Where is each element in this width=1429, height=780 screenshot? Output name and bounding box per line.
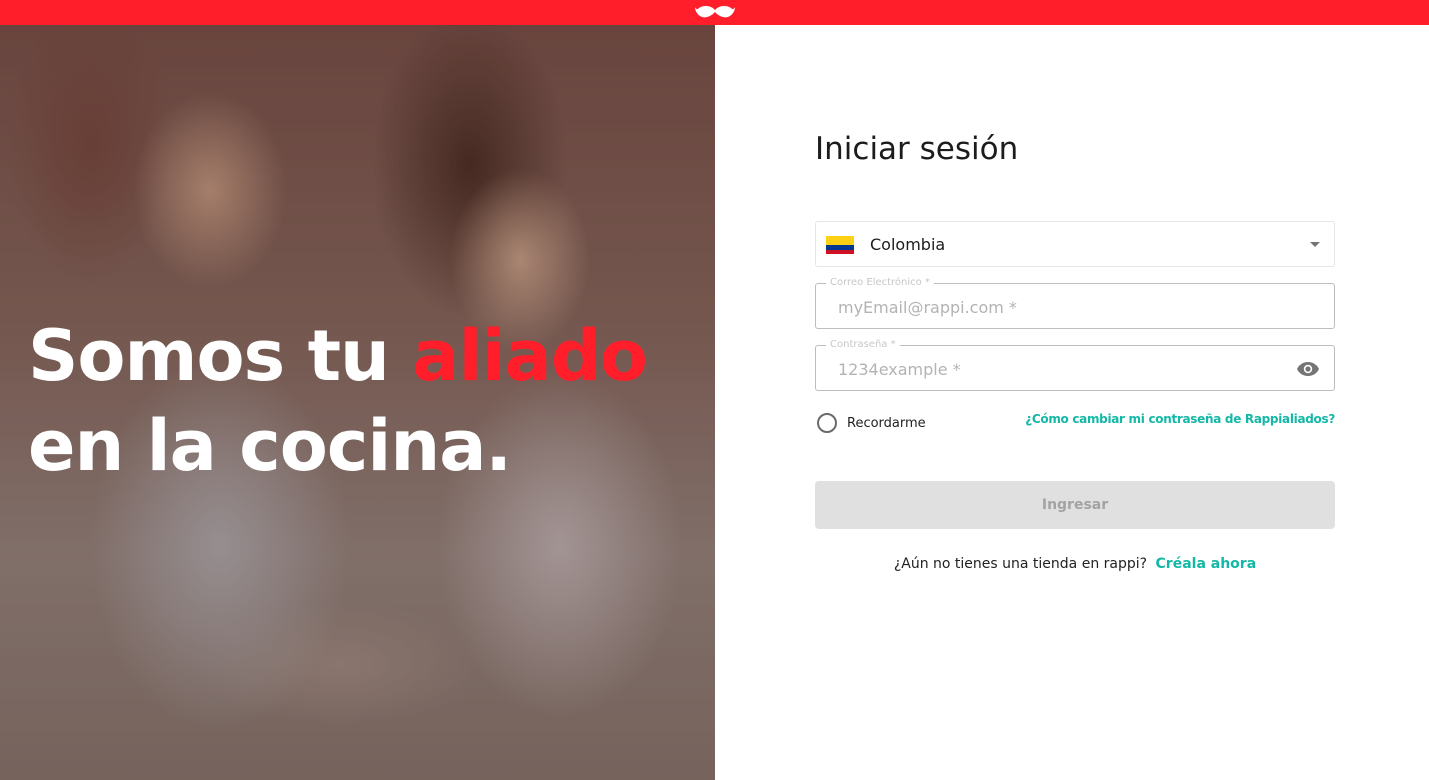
remember-me-radio[interactable] xyxy=(817,413,837,433)
page-title: Iniciar sesión xyxy=(815,131,1019,167)
hero-title-line2: en la cocina. xyxy=(28,405,512,487)
hero-image: Somos tu aliado en la cocina. xyxy=(0,25,715,780)
password-input[interactable] xyxy=(838,358,1278,380)
hero-title-part1: Somos tu xyxy=(28,315,413,397)
email-field[interactable]: Correo Electrónico * xyxy=(815,276,1335,329)
eye-icon[interactable] xyxy=(1296,360,1320,378)
password-label: Contraseña * xyxy=(826,338,900,352)
mustache-logo-icon[interactable] xyxy=(695,5,735,20)
signup-row: ¿Aún no tienes una tienda en rappi? Créa… xyxy=(815,556,1335,572)
hero-title: Somos tu aliado en la cocina. xyxy=(28,311,648,491)
hero-title-accent: aliado xyxy=(412,315,648,397)
remember-me-label: Recordarme xyxy=(847,415,926,431)
create-store-link[interactable]: Créala ahora xyxy=(1156,556,1257,572)
email-input[interactable] xyxy=(838,296,1278,318)
change-password-link[interactable]: ¿Cómo cambiar mi contraseña de Rappialia… xyxy=(1025,412,1335,426)
top-bar xyxy=(0,0,1429,25)
colombia-flag-icon xyxy=(826,236,854,254)
email-label: Correo Electrónico * xyxy=(826,276,934,290)
chevron-down-icon xyxy=(1310,242,1320,247)
country-select[interactable]: Colombia xyxy=(815,221,1335,267)
remember-me-toggle[interactable]: Recordarme xyxy=(817,413,926,433)
login-button[interactable]: Ingresar xyxy=(815,481,1335,529)
country-selected-value: Colombia xyxy=(870,235,946,254)
signup-prompt: ¿Aún no tienes una tienda en rappi? xyxy=(893,556,1148,572)
password-field[interactable]: Contraseña * xyxy=(815,338,1335,391)
